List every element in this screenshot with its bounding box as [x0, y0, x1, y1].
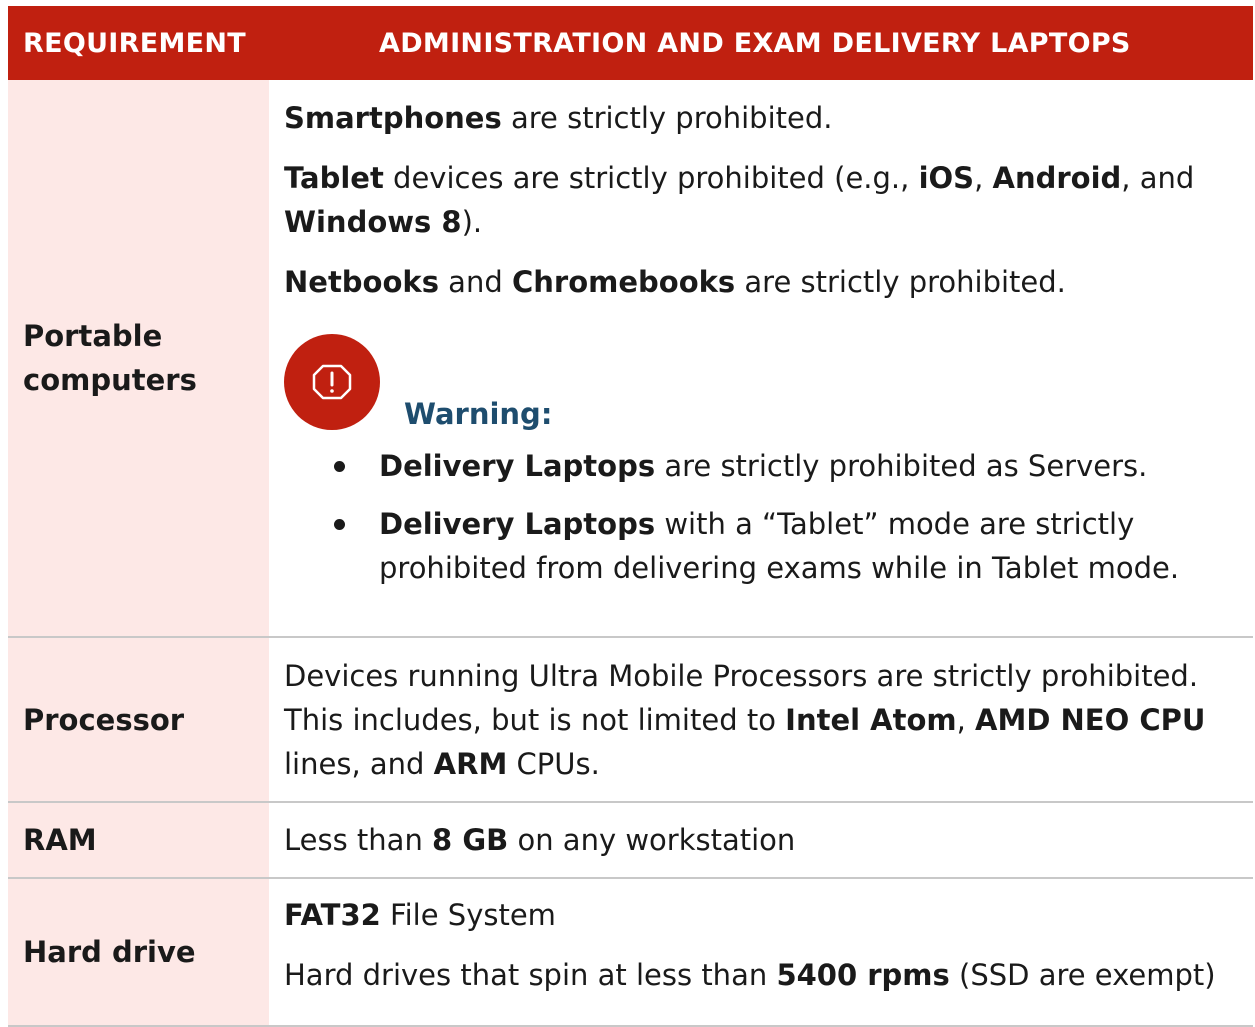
bullet-icon: [334, 519, 345, 530]
text: devices are strictly prohibited (e.g.,: [383, 161, 919, 195]
bold-text: ARM: [433, 746, 508, 781]
bold-text: Delivery Laptops: [379, 507, 656, 541]
text: ,: [956, 702, 976, 737]
bold-text: 5400 rpms: [776, 958, 950, 992]
requirement-label-line1: Portable: [23, 319, 163, 353]
bold-text: Smartphones: [284, 101, 502, 135]
bold-text: iOS: [918, 161, 975, 195]
bold-text: FAT32: [284, 898, 381, 932]
text: File System: [380, 898, 556, 932]
processor-paragraph: Devices running Ultra Mobile Processors …: [284, 654, 1243, 786]
text: , and: [1121, 161, 1195, 195]
bold-text: Windows 8: [284, 205, 462, 239]
table-row-hard-drive: Hard drive FAT32 File System Hard drives…: [8, 878, 1253, 1027]
bold-text: Tablet: [284, 161, 384, 195]
text: (SSD are exempt): [949, 958, 1216, 992]
text: are strictly prohibited as Servers.: [655, 449, 1148, 483]
requirement-cell: Hard drive: [8, 878, 269, 1027]
text: lines, and: [284, 746, 434, 781]
requirements-table-container: REQUIREMENT ADMINISTRATION AND EXAM DELI…: [8, 6, 1253, 1027]
requirement-cell: Processor: [8, 637, 269, 803]
warning-header: Warning:: [284, 334, 1243, 438]
ram-paragraph: Less than 8 GB on any workstation: [284, 818, 1243, 862]
requirement-cell: RAM: [8, 802, 269, 879]
requirements-table: REQUIREMENT ADMINISTRATION AND EXAM DELI…: [8, 6, 1253, 1027]
list-item: Delivery Laptops with a “Tablet” mode ar…: [284, 502, 1243, 590]
text: are strictly prohibited.: [735, 265, 1066, 299]
warning-label: Warning:: [404, 397, 553, 431]
text: Hard drives that spin at less than: [284, 958, 777, 992]
text: CPUs.: [507, 746, 600, 781]
list-item: Delivery Laptops are strictly prohibited…: [284, 444, 1243, 488]
bold-text: AMD NEO CPU: [975, 702, 1206, 737]
netbooks-paragraph: Netbooks and Chromebooks are strictly pr…: [284, 260, 1243, 304]
details-cell: FAT32 File System Hard drives that spin …: [269, 878, 1253, 1027]
bold-text: Intel Atom: [785, 702, 957, 737]
bullet-icon: [334, 461, 345, 472]
tablet-paragraph: Tablet devices are strictly prohibited (…: [284, 156, 1243, 244]
text: are strictly prohibited.: [501, 101, 833, 135]
table-row-ram: RAM Less than 8 GB on any workstation: [8, 802, 1253, 879]
text: ).: [461, 205, 483, 239]
text: ,: [974, 161, 993, 195]
bold-text: Android: [992, 161, 1122, 195]
smartphones-paragraph: Smartphones are strictly prohibited.: [284, 96, 1243, 140]
details-cell: Devices running Ultra Mobile Processors …: [269, 637, 1253, 803]
text: Less than: [284, 823, 433, 857]
bold-text: Chromebooks: [511, 265, 736, 299]
bold-text: 8 GB: [432, 823, 509, 857]
table-row-processor: Processor Devices running Ultra Mobile P…: [8, 637, 1253, 803]
text: on any workstation: [508, 823, 796, 857]
table-row-portable-computers: Portable computers Smartphones are stric…: [8, 80, 1253, 638]
table-header-row: REQUIREMENT ADMINISTRATION AND EXAM DELI…: [8, 6, 1253, 80]
text: and: [438, 265, 512, 299]
warning-octagon-icon: [284, 334, 380, 430]
bold-text: Delivery Laptops: [379, 449, 656, 483]
requirement-label-line2: computers: [23, 363, 197, 397]
header-requirement: REQUIREMENT: [8, 6, 269, 80]
warning-list: Delivery Laptops are strictly prohibited…: [284, 444, 1243, 590]
details-cell: Smartphones are strictly prohibited. Tab…: [269, 80, 1253, 638]
requirement-cell: Portable computers: [8, 80, 269, 638]
header-laptops: ADMINISTRATION AND EXAM DELIVERY LAPTOPS: [269, 6, 1253, 80]
details-cell: Less than 8 GB on any workstation: [269, 802, 1253, 879]
fat32-paragraph: FAT32 File System: [284, 893, 1243, 937]
rpm-paragraph: Hard drives that spin at less than 5400 …: [284, 953, 1243, 997]
bold-text: Netbooks: [284, 265, 439, 299]
